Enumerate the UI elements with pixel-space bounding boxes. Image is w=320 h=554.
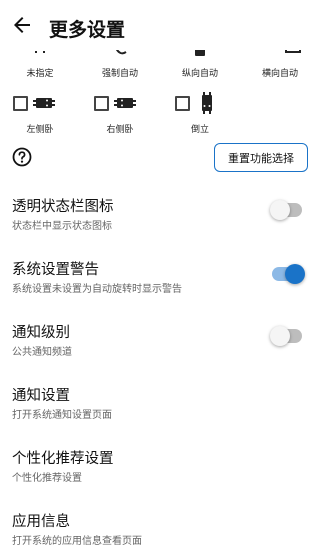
toggle-thumb [270, 200, 290, 220]
orientation-unspecified[interactable]: 未指定 [0, 46, 80, 86]
page-title: 更多设置 [49, 19, 126, 41]
setting-title: 透明状态栏图标 [12, 199, 114, 215]
reset-selection-button[interactable]: 重置功能选择 [214, 143, 308, 172]
toggle-switch[interactable] [272, 264, 305, 284]
setting-notification-level[interactable]: 通知级别 公共通知频道 [0, 321, 320, 369]
setting-title: 应用信息 [12, 514, 70, 530]
help-icon[interactable] [12, 147, 32, 167]
orientation-row-2: 左侧卧 右侧卧 倒立 [0, 92, 320, 136]
setting-title: 通知设置 [12, 388, 70, 404]
orientation-label: 倒立 [190, 125, 209, 135]
checkbox[interactable] [175, 96, 190, 111]
toggle-thumb [270, 326, 290, 346]
orientation-left[interactable]: 左侧卧 [0, 92, 80, 136]
setting-title: 个性化推荐设置 [12, 451, 114, 467]
orientation-portrait-auto[interactable]: 纵向自动 [160, 46, 240, 86]
orientation-label: 左侧卧 [26, 125, 54, 135]
setting-transparent-statusbar-icon[interactable]: 透明状态栏图标 状态栏中显示状态图标 [0, 195, 320, 243]
back-arrow-icon[interactable] [10, 13, 34, 37]
setting-subtitle: 个性化推荐设置 [12, 473, 82, 484]
orientation-label: 未指定 [26, 69, 54, 79]
orientation-right[interactable]: 右侧卧 [80, 92, 160, 136]
orientation-label: 纵向自动 [181, 69, 218, 79]
toggle-switch[interactable] [270, 200, 302, 220]
setting-subtitle: 系统设置未设置为自动旋转时显示警告 [12, 284, 182, 295]
toggle-thumb [285, 264, 305, 284]
setting-subtitle: 公共通知频道 [12, 347, 72, 358]
orientation-label: 横向自动 [261, 69, 298, 79]
setting-notification-settings[interactable]: 通知设置 打开系统通知设置页面 [0, 384, 320, 432]
setting-subtitle: 打开系统通知设置页面 [12, 410, 112, 421]
setting-subtitle: 打开系统的应用信息查看页面 [12, 536, 142, 547]
orientation-row-1: 未指定 强制自动 纵向自动 横向自动 [0, 46, 320, 86]
orientation-upside-down[interactable]: 倒立 [160, 92, 240, 136]
phone-left-icon [33, 98, 55, 108]
setting-app-info[interactable]: 应用信息 打开系统的应用信息查看页面 [0, 510, 320, 554]
orientation-label: 强制自动 [101, 69, 138, 79]
orientation-landscape-auto[interactable]: 横向自动 [240, 46, 320, 86]
phone-upside-down-icon [202, 92, 212, 114]
setting-title: 系统设置警告 [12, 262, 99, 278]
checkbox[interactable] [13, 96, 28, 111]
toggle-switch[interactable] [270, 326, 302, 346]
orientation-force-auto[interactable]: 强制自动 [80, 46, 160, 86]
app-bar: 更多设置 [0, 0, 320, 50]
orientation-label: 右侧卧 [106, 125, 134, 135]
setting-system-warning[interactable]: 系统设置警告 系统设置未设置为自动旋转时显示警告 [0, 258, 320, 306]
setting-subtitle: 状态栏中显示状态图标 [12, 221, 112, 232]
setting-personalized-recommendation[interactable]: 个性化推荐设置 个性化推荐设置 [0, 447, 320, 495]
setting-title: 通知级别 [12, 325, 70, 341]
checkbox[interactable] [94, 96, 109, 111]
phone-right-icon [114, 98, 136, 108]
